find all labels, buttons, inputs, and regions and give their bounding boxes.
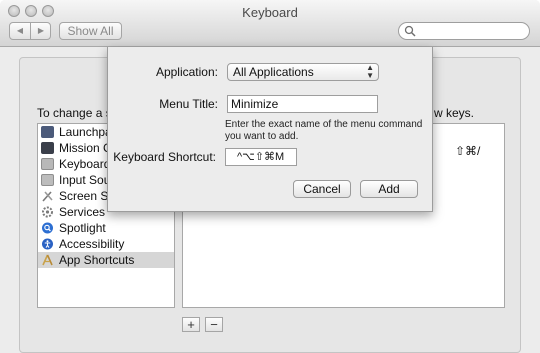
add-shortcut-sheet: Application: All Applications ▲ ▼ Menu Ti… xyxy=(107,47,433,212)
category-label: Services xyxy=(59,205,106,219)
launchpad-icon xyxy=(41,126,54,138)
add-button[interactable]: Add xyxy=(360,180,418,198)
window-title: Keyboard xyxy=(242,5,298,20)
keyboard-shortcut-label: Keyboard Shortcut: xyxy=(113,150,216,164)
chevron-updown-icon: ▲ ▼ xyxy=(366,63,374,80)
application-label: Application: xyxy=(155,65,218,79)
back-forward-control: ◀ ▶ xyxy=(9,22,51,40)
keyboard-shortcut-field[interactable]: ^⌥⇧⌘M xyxy=(225,148,297,166)
app-shortcuts-icon xyxy=(42,254,53,266)
add-shortcut-button[interactable]: + xyxy=(182,317,200,332)
application-select[interactable]: All Applications ▲ ▼ xyxy=(227,63,379,81)
category-item-app-shortcuts[interactable]: App Shortcuts xyxy=(38,252,174,268)
menu-title-field[interactable]: Minimize xyxy=(227,95,378,113)
search-icon xyxy=(404,25,416,37)
toolbar: Keyboard ◀ ▶ Show All xyxy=(0,0,540,47)
category-item-accessibility[interactable]: Accessibility xyxy=(38,236,174,252)
screenshot-icon xyxy=(42,191,53,202)
shortcut-keys: ⇧⌘/ xyxy=(455,144,481,158)
menu-title-label: Menu Title: xyxy=(159,97,218,111)
gear-icon xyxy=(42,206,53,218)
chevron-right-icon[interactable]: ▶ xyxy=(31,23,51,39)
category-label: Mission C xyxy=(59,141,112,155)
input-sources-icon xyxy=(41,174,54,186)
search-input[interactable] xyxy=(398,22,530,40)
instruction-text-end: w keys. xyxy=(434,106,475,120)
keyboard-preferences-window: Keyboard ◀ ▶ Show All To change a s w ke… xyxy=(0,0,540,353)
cancel-button[interactable]: Cancel xyxy=(293,180,351,198)
chevron-left-icon[interactable]: ◀ xyxy=(10,23,30,39)
category-label: Input Sou xyxy=(59,173,111,187)
category-label: Accessibility xyxy=(59,237,125,251)
application-select-value: All Applications xyxy=(233,65,314,79)
accessibility-icon xyxy=(42,238,53,250)
category-label: App Shortcuts xyxy=(59,253,135,267)
category-item-spotlight[interactable]: Spotlight xyxy=(38,220,174,236)
category-label: Spotlight xyxy=(59,221,106,235)
instruction-text: To change a s xyxy=(37,106,112,120)
keyboard-icon xyxy=(41,158,54,170)
help-text: Enter the exact name of the menu command… xyxy=(225,119,423,142)
show-all-button[interactable]: Show All xyxy=(59,22,122,40)
category-label: Keyboard xyxy=(59,157,111,171)
mission-control-icon xyxy=(41,142,54,154)
remove-shortcut-button[interactable]: − xyxy=(205,317,223,332)
spotlight-icon xyxy=(42,222,53,234)
